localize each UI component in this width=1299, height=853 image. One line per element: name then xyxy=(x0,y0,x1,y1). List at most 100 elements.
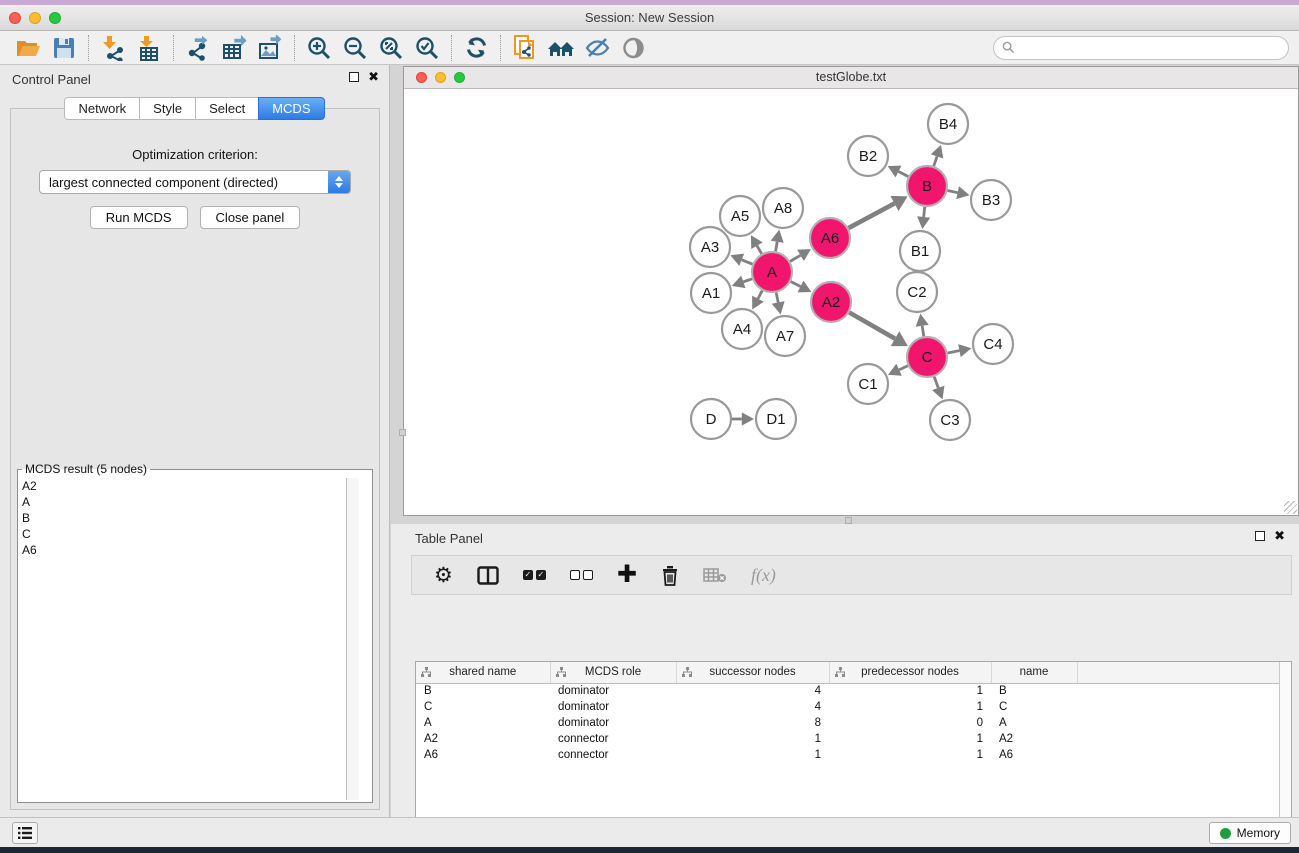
import-network-icon[interactable] xyxy=(95,33,131,63)
hide-details-icon[interactable] xyxy=(579,33,615,63)
net-close-icon[interactable] xyxy=(416,72,427,83)
zoom-selected-icon[interactable] xyxy=(409,33,445,63)
table-scrollbar[interactable] xyxy=(1279,662,1291,817)
graph-edge-A6-B[interactable] xyxy=(849,203,895,228)
graph-node-D[interactable]: D xyxy=(691,399,731,439)
graph-node-C[interactable]: C xyxy=(907,337,947,377)
graph-edge-C-C1[interactable] xyxy=(899,366,908,370)
deselect-all-icon[interactable] xyxy=(570,562,593,588)
close-panel-button[interactable]: Close panel xyxy=(200,206,301,229)
table-row[interactable]: Cdominator41C xyxy=(416,699,1281,715)
delete-column-icon[interactable] xyxy=(661,562,679,588)
graph-node-A2[interactable]: A2 xyxy=(811,282,851,322)
tab-select[interactable]: Select xyxy=(195,97,259,120)
mcds-result-item[interactable]: A xyxy=(22,494,372,510)
node-table-grid[interactable]: shared nameMCDS rolesuccessor nodesprede… xyxy=(416,662,1282,763)
graph-node-C2[interactable]: C2 xyxy=(897,272,937,312)
graph-node-A7[interactable]: A7 xyxy=(765,316,805,356)
run-mcds-button[interactable]: Run MCDS xyxy=(90,206,188,229)
graph-node-C1[interactable]: C1 xyxy=(848,364,888,404)
table-row[interactable]: A6connector11A6 xyxy=(416,747,1281,763)
column-header-predecessor-nodes[interactable]: predecessor nodes xyxy=(829,662,991,683)
close-window-icon[interactable] xyxy=(9,12,21,24)
graph-edge-C-C2[interactable] xyxy=(922,326,924,336)
result-scrollbar[interactable] xyxy=(346,478,359,800)
graph-node-A5[interactable]: A5 xyxy=(720,196,760,236)
graph-edge-A-A8[interactable] xyxy=(776,242,778,252)
column-header-name[interactable]: name xyxy=(991,662,1077,683)
graph-edge-A-A1[interactable] xyxy=(743,279,752,282)
mcds-result-item[interactable]: C xyxy=(22,526,372,542)
column-header-shared-name[interactable]: shared name xyxy=(416,662,550,683)
graph-edge-C-C4[interactable] xyxy=(948,351,960,353)
network-canvas[interactable]: AA1A2A3A4A5A6A7A8BB1B2B3B4CC1C2C3C4DD1 xyxy=(404,89,1298,515)
zoom-fit-icon[interactable] xyxy=(373,33,409,63)
memory-button[interactable]: Memory xyxy=(1209,822,1291,844)
zoom-in-icon[interactable] xyxy=(301,33,337,63)
close-panel-icon[interactable]: ✖ xyxy=(368,72,379,82)
graph-node-B[interactable]: B xyxy=(907,166,947,206)
houses-icon[interactable] xyxy=(543,33,579,63)
graph-edge-B-B1[interactable] xyxy=(924,207,925,217)
graph-node-A8[interactable]: A8 xyxy=(763,188,803,228)
graph-edge-A-A3[interactable] xyxy=(742,260,753,264)
table-row[interactable]: A2connector11A2 xyxy=(416,731,1281,747)
tab-network[interactable]: Network xyxy=(64,97,140,120)
table-row[interactable]: Bdominator41B xyxy=(416,683,1281,699)
mcds-result-item[interactable]: B xyxy=(22,510,372,526)
tab-style[interactable]: Style xyxy=(139,97,196,120)
vertical-splitter-handle[interactable] xyxy=(399,429,406,436)
import-table-icon[interactable] xyxy=(131,33,167,63)
search-input[interactable] xyxy=(993,36,1289,60)
graph-node-C3[interactable]: C3 xyxy=(930,400,970,440)
refresh-icon[interactable] xyxy=(458,33,494,63)
net-maximize-icon[interactable] xyxy=(454,72,465,83)
add-column-icon[interactable]: ✚ xyxy=(617,562,637,588)
graph-node-B4[interactable]: B4 xyxy=(928,104,968,144)
float-table-panel-icon[interactable] xyxy=(1255,531,1265,541)
column-header-MCDS-role[interactable]: MCDS role xyxy=(550,662,676,683)
graph-edge-B-B4[interactable] xyxy=(934,156,937,166)
column-layout-icon[interactable] xyxy=(477,562,499,588)
graph-edge-A-A5[interactable] xyxy=(757,246,762,254)
graph-edge-A-A2[interactable] xyxy=(791,282,801,287)
net-minimize-icon[interactable] xyxy=(435,72,446,83)
graph-node-C4[interactable]: C4 xyxy=(973,324,1013,364)
column-header-successor-nodes[interactable]: successor nodes xyxy=(676,662,829,683)
graph-node-A3[interactable]: A3 xyxy=(690,227,730,267)
mcds-result-item[interactable]: A6 xyxy=(22,542,372,558)
close-table-panel-icon[interactable]: ✖ xyxy=(1274,531,1285,541)
copy-network-icon[interactable] xyxy=(507,33,543,63)
mcds-result-item[interactable]: A2 xyxy=(22,478,372,494)
task-history-button[interactable] xyxy=(12,822,38,844)
folder-open-icon[interactable] xyxy=(10,33,46,63)
float-panel-icon[interactable] xyxy=(349,72,359,82)
save-icon[interactable] xyxy=(46,33,82,63)
minimize-window-icon[interactable] xyxy=(29,12,41,24)
zoom-out-icon[interactable] xyxy=(337,33,373,63)
criterion-select[interactable]: largest connected component (directed) xyxy=(39,170,351,194)
settings-gear-icon[interactable]: ⚙ xyxy=(434,562,453,588)
graph-node-B2[interactable]: B2 xyxy=(848,136,888,176)
horizontal-splitter-handle[interactable] xyxy=(845,517,852,524)
graph-edge-A-A7[interactable] xyxy=(776,293,778,303)
graph-edge-B-B3[interactable] xyxy=(948,190,958,192)
export-image-icon[interactable] xyxy=(252,33,288,63)
graph-node-B3[interactable]: B3 xyxy=(971,180,1011,220)
table-row[interactable]: Adominator80A xyxy=(416,715,1281,731)
graph-edge-A-A4[interactable] xyxy=(758,291,762,299)
graph-node-A6[interactable]: A6 xyxy=(810,218,850,258)
resize-grip-icon[interactable] xyxy=(1284,501,1297,514)
export-network-icon[interactable] xyxy=(180,33,216,63)
graph-node-A[interactable]: A xyxy=(752,252,792,292)
maximize-window-icon[interactable] xyxy=(49,12,61,24)
eye-icon[interactable] xyxy=(615,33,651,63)
tab-mcds[interactable]: MCDS xyxy=(258,97,324,120)
graph-edge-A-A6[interactable] xyxy=(790,255,800,261)
graph-edge-C-C3[interactable] xyxy=(934,377,938,388)
graph-edge-B-B2[interactable] xyxy=(898,172,908,177)
graph-edge-A2-C[interactable] xyxy=(849,312,895,338)
select-all-icon[interactable]: ✓✓ xyxy=(523,562,546,588)
export-table-icon[interactable] xyxy=(216,33,252,63)
graph-node-A4[interactable]: A4 xyxy=(722,309,762,349)
